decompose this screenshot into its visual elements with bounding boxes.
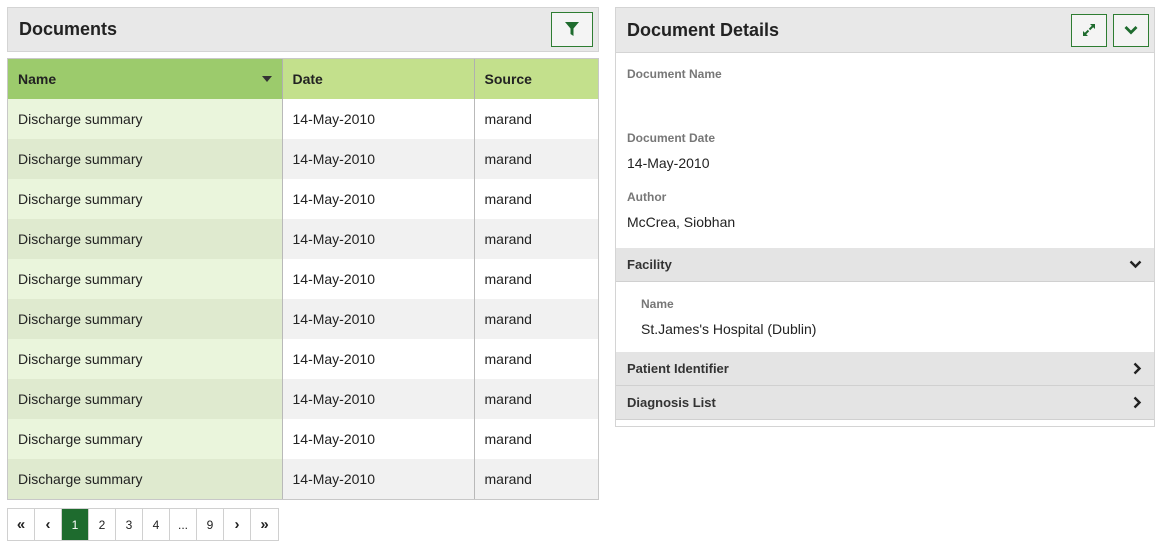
cell-date: 14-May-2010 — [282, 219, 475, 259]
page-4-button[interactable]: 4 — [143, 509, 170, 540]
column-header-label: Name — [18, 71, 57, 87]
document-date-field: Document Date 14-May-2010 — [616, 131, 1154, 172]
document-date-value: 14-May-2010 — [627, 155, 710, 171]
diagnosis-list-section-toggle[interactable]: Diagnosis List — [616, 386, 1154, 420]
filter-icon — [565, 22, 579, 36]
cell-name: Discharge summary — [8, 99, 283, 139]
chevron-right-icon — [1133, 362, 1142, 375]
cell-name: Discharge summary — [8, 219, 283, 259]
column-header-source[interactable]: Source — [474, 59, 598, 99]
cell-date: 14-May-2010 — [282, 299, 475, 339]
details-header: Document Details — [616, 8, 1154, 53]
chevron-down-icon — [1124, 26, 1138, 35]
sort-desc-icon — [261, 76, 272, 82]
details-body: Document Name Document Date 14-May-2010 … — [616, 53, 1154, 420]
last-page-button[interactable]: » — [251, 509, 278, 540]
page-1-button[interactable]: 1 — [62, 509, 89, 540]
document-details-panel: Document Details Document Name Document … — [615, 7, 1155, 427]
table-row[interactable]: Discharge summary 14-May-2010 marand — [8, 299, 598, 339]
document-name-label: Document Name — [627, 67, 722, 81]
cell-name: Discharge summary — [8, 339, 283, 379]
facility-section-title: Facility — [627, 257, 672, 272]
documents-header: Documents — [7, 7, 599, 52]
column-header-date[interactable]: Date — [282, 59, 475, 99]
prev-page-button[interactable]: ‹ — [35, 509, 62, 540]
pagination: « ‹ 1 2 3 4 ... 9 › » — [7, 508, 279, 541]
cell-source: marand — [474, 99, 598, 139]
cell-name: Discharge summary — [8, 139, 283, 179]
cell-source: marand — [474, 139, 598, 179]
cell-source: marand — [474, 419, 598, 459]
cell-source: marand — [474, 299, 598, 339]
column-header-name[interactable]: Name — [8, 59, 283, 99]
page-9-button[interactable]: 9 — [197, 509, 224, 540]
filter-button[interactable] — [551, 12, 593, 47]
cell-source: marand — [474, 459, 598, 499]
cell-source: marand — [474, 379, 598, 419]
cell-name: Discharge summary — [8, 459, 283, 499]
next-page-button[interactable]: › — [224, 509, 251, 540]
first-page-button[interactable]: « — [8, 509, 35, 540]
cell-date: 14-May-2010 — [282, 459, 475, 499]
cell-date: 14-May-2010 — [282, 99, 475, 139]
cell-date: 14-May-2010 — [282, 379, 475, 419]
collapse-button[interactable] — [1113, 13, 1149, 47]
expand-button[interactable] — [1071, 13, 1107, 47]
table-row[interactable]: Discharge summary 14-May-2010 marand — [8, 419, 598, 459]
cell-date: 14-May-2010 — [282, 339, 475, 379]
cell-name: Discharge summary — [8, 299, 283, 339]
documents-panel: Documents Name Date Source Discharge sum… — [7, 7, 599, 541]
table-row[interactable]: Discharge summary 14-May-2010 marand — [8, 339, 598, 379]
cell-date: 14-May-2010 — [282, 259, 475, 299]
chevron-right-icon — [1133, 396, 1142, 409]
cell-date: 14-May-2010 — [282, 419, 475, 459]
documents-table: Name Date Source Discharge summary 14-May… — [7, 58, 599, 500]
cell-source: marand — [474, 219, 598, 259]
cell-date: 14-May-2010 — [282, 179, 475, 219]
table-header-row: Name Date Source — [8, 59, 598, 99]
table-row[interactable]: Discharge summary 14-May-2010 marand — [8, 379, 598, 419]
table-row[interactable]: Discharge summary 14-May-2010 marand — [8, 139, 598, 179]
patient-identifier-section-toggle[interactable]: Patient Identifier — [616, 352, 1154, 386]
table-row[interactable]: Discharge summary 14-May-2010 marand — [8, 219, 598, 259]
document-name-value — [627, 91, 1143, 113]
column-header-label: Source — [484, 71, 532, 87]
document-name-field: Document Name — [616, 67, 1154, 113]
cell-source: marand — [474, 339, 598, 379]
details-title: Document Details — [627, 19, 780, 40]
cell-name: Discharge summary — [8, 379, 283, 419]
author-field: Author McCrea, Siobhan — [616, 190, 1154, 231]
documents-title: Documents — [19, 19, 118, 39]
cell-source: marand — [474, 259, 598, 299]
author-value: McCrea, Siobhan — [627, 214, 736, 230]
cell-date: 14-May-2010 — [282, 139, 475, 179]
patient-identifier-section-title: Patient Identifier — [627, 361, 729, 376]
facility-section-body: Name St.James's Hospital (Dublin) — [616, 282, 1154, 352]
facility-name-value: St.James's Hospital (Dublin) — [641, 321, 817, 337]
column-header-label: Date — [292, 71, 323, 87]
cell-name: Discharge summary — [8, 179, 283, 219]
facility-name-label: Name — [641, 297, 674, 311]
table-row[interactable]: Discharge summary 14-May-2010 marand — [8, 259, 598, 299]
diagnosis-list-section-title: Diagnosis List — [627, 395, 716, 410]
cell-name: Discharge summary — [8, 419, 283, 459]
author-label: Author — [627, 190, 667, 204]
page-ellipsis: ... — [170, 509, 197, 540]
cell-name: Discharge summary — [8, 259, 283, 299]
cell-source: marand — [474, 179, 598, 219]
expand-icon — [1083, 24, 1095, 36]
table-row[interactable]: Discharge summary 14-May-2010 marand — [8, 99, 598, 139]
document-date-label: Document Date — [627, 131, 716, 145]
table-row[interactable]: Discharge summary 14-May-2010 marand — [8, 459, 598, 499]
page-2-button[interactable]: 2 — [89, 509, 116, 540]
chevron-down-icon — [1129, 260, 1142, 269]
table-row[interactable]: Discharge summary 14-May-2010 marand — [8, 179, 598, 219]
page-3-button[interactable]: 3 — [116, 509, 143, 540]
facility-section-toggle[interactable]: Facility — [616, 248, 1154, 282]
